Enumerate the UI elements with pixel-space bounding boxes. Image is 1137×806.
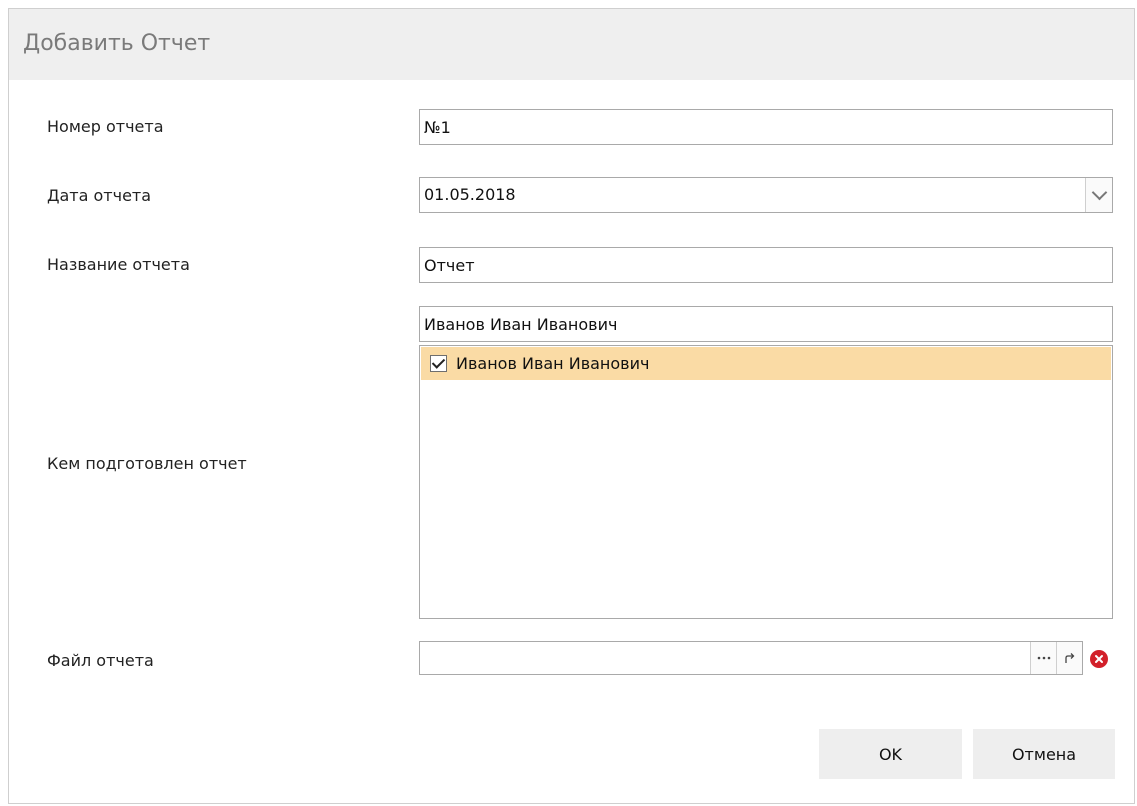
prepared-by-listbox[interactable]: Иванов Иван Иванович	[419, 345, 1113, 619]
ellipsis-icon	[1037, 656, 1050, 660]
report-file-input[interactable]	[419, 641, 1083, 675]
prepared-by-label: Кем подготовлен отчет	[47, 454, 247, 473]
list-item[interactable]: Иванов Иван Иванович	[421, 347, 1111, 380]
report-number-input[interactable]	[419, 109, 1113, 145]
report-name-input[interactable]	[419, 247, 1113, 283]
prepared-by-filter-input[interactable]	[419, 306, 1113, 342]
report-date-combo[interactable]: 01.05.2018	[419, 177, 1113, 213]
ok-button[interactable]: OK	[819, 729, 962, 779]
browse-file-button[interactable]	[1030, 642, 1056, 674]
open-file-button[interactable]	[1056, 642, 1082, 674]
list-item-label: Иванов Иван Иванович	[456, 354, 650, 373]
close-icon	[1095, 655, 1103, 663]
cancel-button[interactable]: Отмена	[973, 729, 1115, 779]
chevron-down-icon	[1091, 184, 1107, 201]
report-number-label: Номер отчета	[47, 117, 164, 136]
clear-red-icon[interactable]	[1090, 650, 1108, 668]
report-name-label: Название отчета	[47, 255, 190, 274]
report-file-label: Файл отчета	[47, 651, 154, 670]
report-date-value: 01.05.2018	[424, 185, 516, 204]
date-dropdown-button[interactable]	[1085, 178, 1112, 212]
dialog-title: Добавить Отчет	[23, 31, 211, 56]
add-report-dialog: Добавить Отчет Номер отчета Дата отчета …	[8, 8, 1135, 804]
report-date-label: Дата отчета	[47, 186, 152, 205]
check-icon[interactable]	[430, 355, 447, 372]
dialog-title-bar: Добавить Отчет	[9, 9, 1134, 80]
open-external-icon	[1065, 652, 1075, 663]
